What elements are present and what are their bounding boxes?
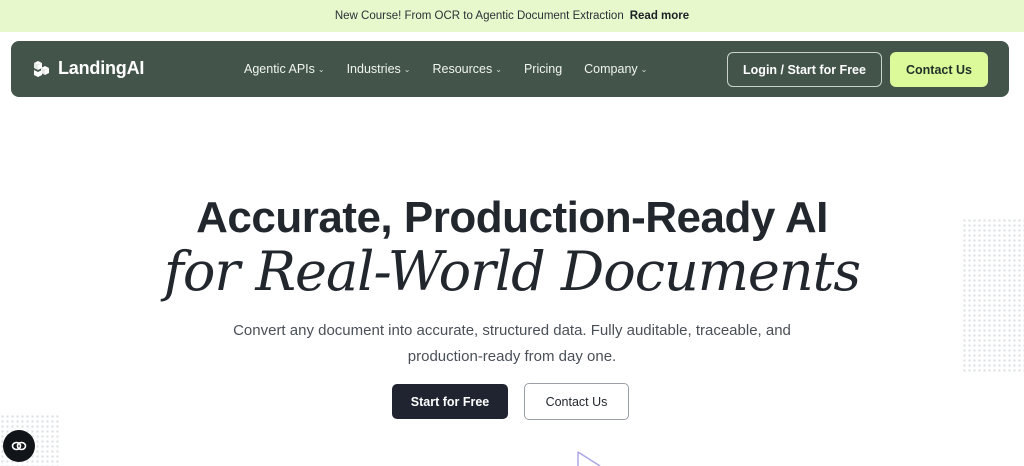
brand-logo[interactable]: LandingAI: [32, 57, 144, 79]
hero-subtitle: Convert any document into accurate, stru…: [233, 322, 791, 365]
stacked-blocks-icon: [34, 61, 49, 77]
announcement-bar: New Course! From OCR to Agentic Document…: [0, 0, 1024, 32]
chevron-down-icon: ⌄: [495, 65, 502, 74]
contact-us-button[interactable]: Contact Us: [524, 383, 629, 420]
start-for-free-button[interactable]: Start for Free: [392, 384, 508, 419]
chevron-down-icon: ⌄: [640, 65, 648, 74]
nav-item-pricing[interactable]: Pricing: [513, 41, 573, 97]
chevron-down-icon: ⌄: [317, 65, 325, 74]
nav-item-agentic-apis[interactable]: Agentic APIs ⌄: [233, 41, 336, 97]
nav-item-industries[interactable]: Industries ⌄: [336, 41, 422, 97]
nav-item-label: Industries: [346, 62, 401, 76]
read-more-link[interactable]: Read more: [630, 10, 689, 22]
chat-widget-button[interactable]: [3, 430, 35, 462]
contact-us-nav-button[interactable]: Contact Us: [890, 52, 988, 87]
main-menu: Agentic APIs ⌄ Industries ⌄ Resources ⌄ …: [233, 41, 658, 97]
decorative-triangle-icon: [577, 451, 601, 466]
nav-item-label: Pricing: [523, 62, 563, 76]
hero-title-italic: for Real-World Documents: [163, 240, 861, 303]
login-button[interactable]: Login / Start for Free: [727, 52, 882, 87]
hero-title: Accurate, Production-Ready AI: [196, 193, 828, 242]
nav-item-label: Company: [584, 62, 638, 76]
chevron-down-icon: ⌄: [403, 65, 411, 74]
nav-item-label: Agentic APIs: [244, 62, 315, 76]
nav-item-company[interactable]: Company ⌄: [573, 41, 658, 97]
top-navbar: LandingAI Agentic APIs ⌄ Industries ⌄ Re…: [11, 41, 1009, 97]
nav-item-resources[interactable]: Resources ⌄: [421, 41, 512, 97]
chat-bubble-icon: [11, 441, 27, 451]
announcement-text: New Course! From OCR to Agentic Document…: [334, 10, 624, 22]
brand-name: LandingAI: [58, 57, 145, 78]
nav-item-label: Resources: [432, 62, 493, 76]
